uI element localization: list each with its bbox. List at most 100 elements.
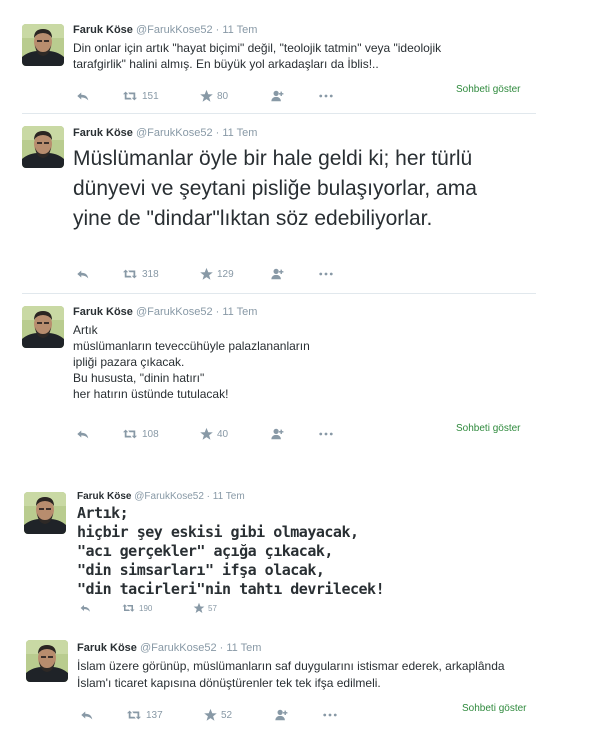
retweet-button[interactable]: 137 bbox=[125, 708, 163, 722]
show-conversation-link[interactable]: Sohbeti göster bbox=[456, 423, 521, 434]
tweet-text: Artık müslümanların teveccühüyle palazla… bbox=[73, 323, 310, 401]
star-icon bbox=[199, 89, 214, 103]
star-icon bbox=[203, 708, 218, 722]
add-user-icon bbox=[269, 427, 285, 441]
follow-button[interactable] bbox=[269, 267, 285, 281]
tweet-actions: 190 57 bbox=[77, 602, 537, 618]
retweet-count: 318 bbox=[142, 268, 159, 280]
author-handle[interactable]: @FarukKose52 bbox=[134, 491, 204, 502]
add-user-icon bbox=[269, 267, 285, 281]
author-name[interactable]: Faruk Köse bbox=[77, 491, 131, 502]
more-icon bbox=[321, 708, 339, 722]
favorite-count: 52 bbox=[221, 709, 233, 721]
more-button[interactable] bbox=[317, 427, 335, 441]
tweet-date[interactable]: 11 Tem bbox=[222, 127, 257, 139]
retweet-count: 151 bbox=[142, 90, 159, 102]
favorite-button[interactable]: 52 bbox=[203, 708, 232, 722]
separator: · bbox=[219, 642, 224, 654]
tweet-header: Faruk Köse @FarukKose52 · 11 Tem bbox=[77, 642, 261, 654]
retweet-button[interactable]: 108 bbox=[121, 427, 159, 441]
avatar[interactable] bbox=[22, 24, 64, 66]
retweet-count: 137 bbox=[146, 709, 163, 721]
show-conversation-link[interactable]: Sohbeti göster bbox=[456, 84, 521, 95]
separator: · bbox=[206, 491, 211, 502]
retweet-button[interactable]: 151 bbox=[121, 89, 159, 103]
favorite-count: 80 bbox=[217, 90, 229, 102]
author-handle[interactable]: @FarukKose52 bbox=[136, 127, 213, 139]
tweet-text: Müslümanlar öyle bir hale geldi ki; her … bbox=[73, 147, 477, 230]
more-icon bbox=[317, 427, 335, 441]
author-handle[interactable]: @FarukKose52 bbox=[140, 642, 217, 654]
separator: · bbox=[215, 306, 220, 318]
avatar[interactable] bbox=[26, 640, 68, 682]
tweet-header: Faruk Köse @FarukKose52 · 11 Tem bbox=[73, 306, 257, 318]
more-icon bbox=[317, 267, 335, 281]
tweet[interactable]: Faruk Köse @FarukKose52 · 11 Tem Din onl… bbox=[0, 0, 540, 112]
favorite-count: 57 bbox=[208, 603, 217, 613]
retweet-count: 190 bbox=[139, 603, 153, 613]
follow-button[interactable] bbox=[273, 708, 289, 722]
tweet-header: Faruk Köse @FarukKose52 · 11 Tem bbox=[73, 127, 257, 139]
favorite-button[interactable]: 57 bbox=[193, 602, 217, 614]
separator: · bbox=[215, 127, 220, 139]
reply-button[interactable] bbox=[79, 708, 95, 722]
tweet[interactable]: Faruk Köse @FarukKose52 · 11 Tem Artık; … bbox=[0, 484, 540, 624]
author-handle[interactable]: @FarukKose52 bbox=[136, 24, 213, 36]
avatar[interactable] bbox=[22, 306, 64, 348]
favorite-button[interactable]: 129 bbox=[199, 267, 234, 281]
retweet-icon bbox=[121, 427, 139, 441]
reply-icon bbox=[75, 427, 91, 441]
retweet-icon bbox=[121, 89, 139, 103]
tweet-text: Din onlar için artık "hayat biçimi" deği… bbox=[73, 41, 442, 71]
star-icon bbox=[199, 267, 214, 281]
tweet[interactable]: Faruk Köse @FarukKose52 · 11 Tem Artık m… bbox=[0, 294, 540, 454]
retweet-icon bbox=[121, 267, 139, 281]
add-user-icon bbox=[269, 89, 285, 103]
show-conversation-link[interactable]: Sohbeti göster bbox=[462, 703, 527, 714]
tweet-date[interactable]: 11 Tem bbox=[222, 306, 257, 318]
avatar[interactable] bbox=[22, 126, 64, 168]
favorite-button[interactable]: 80 bbox=[199, 89, 228, 103]
tweet-text: İslam üzere görünüp, müslümanların saf d… bbox=[77, 659, 505, 690]
add-user-icon bbox=[273, 708, 289, 722]
retweet-icon bbox=[121, 602, 136, 614]
tweet[interactable]: Faruk Köse @FarukKose52 · 11 Tem Müslüma… bbox=[0, 114, 540, 294]
reply-icon bbox=[79, 602, 92, 614]
reply-icon bbox=[75, 89, 91, 103]
more-icon bbox=[317, 89, 335, 103]
favorite-count: 129 bbox=[217, 268, 234, 280]
author-name[interactable]: Faruk Köse bbox=[73, 127, 133, 139]
more-button[interactable] bbox=[317, 89, 335, 103]
tweet-date[interactable]: 11 Tem bbox=[213, 491, 245, 502]
tweet-date[interactable]: 11 Tem bbox=[222, 24, 257, 36]
star-icon bbox=[193, 602, 205, 614]
retweet-icon bbox=[125, 708, 143, 722]
retweet-button[interactable]: 190 bbox=[121, 602, 152, 614]
tweet-actions: 318 129 bbox=[73, 267, 543, 283]
tweet[interactable]: Faruk Köse @FarukKose52 · 11 Tem İslam ü… bbox=[0, 630, 540, 739]
follow-button[interactable] bbox=[269, 89, 285, 103]
retweet-button[interactable]: 318 bbox=[121, 267, 159, 281]
separator: · bbox=[215, 24, 220, 36]
reply-icon bbox=[75, 267, 91, 281]
author-name[interactable]: Faruk Köse bbox=[77, 642, 137, 654]
reply-button[interactable] bbox=[75, 89, 91, 103]
follow-button[interactable] bbox=[269, 427, 285, 441]
author-handle[interactable]: @FarukKose52 bbox=[136, 306, 213, 318]
star-icon bbox=[199, 427, 214, 441]
favorite-button[interactable]: 40 bbox=[199, 427, 228, 441]
more-button[interactable] bbox=[317, 267, 335, 281]
reply-button[interactable] bbox=[79, 602, 92, 614]
author-name[interactable]: Faruk Köse bbox=[73, 24, 133, 36]
more-button[interactable] bbox=[321, 708, 339, 722]
reply-icon bbox=[79, 708, 95, 722]
tweet-date[interactable]: 11 Tem bbox=[226, 642, 261, 654]
avatar[interactable] bbox=[24, 492, 66, 534]
tweet-text: Artık; hiçbir şey eskisi gibi olmayacak,… bbox=[77, 504, 385, 598]
reply-button[interactable] bbox=[75, 267, 91, 281]
tweet-header: Faruk Köse @FarukKose52 · 11 Tem bbox=[73, 24, 257, 36]
reply-button[interactable] bbox=[75, 427, 91, 441]
favorite-count: 40 bbox=[217, 428, 229, 440]
retweet-count: 108 bbox=[142, 428, 159, 440]
author-name[interactable]: Faruk Köse bbox=[73, 306, 133, 318]
